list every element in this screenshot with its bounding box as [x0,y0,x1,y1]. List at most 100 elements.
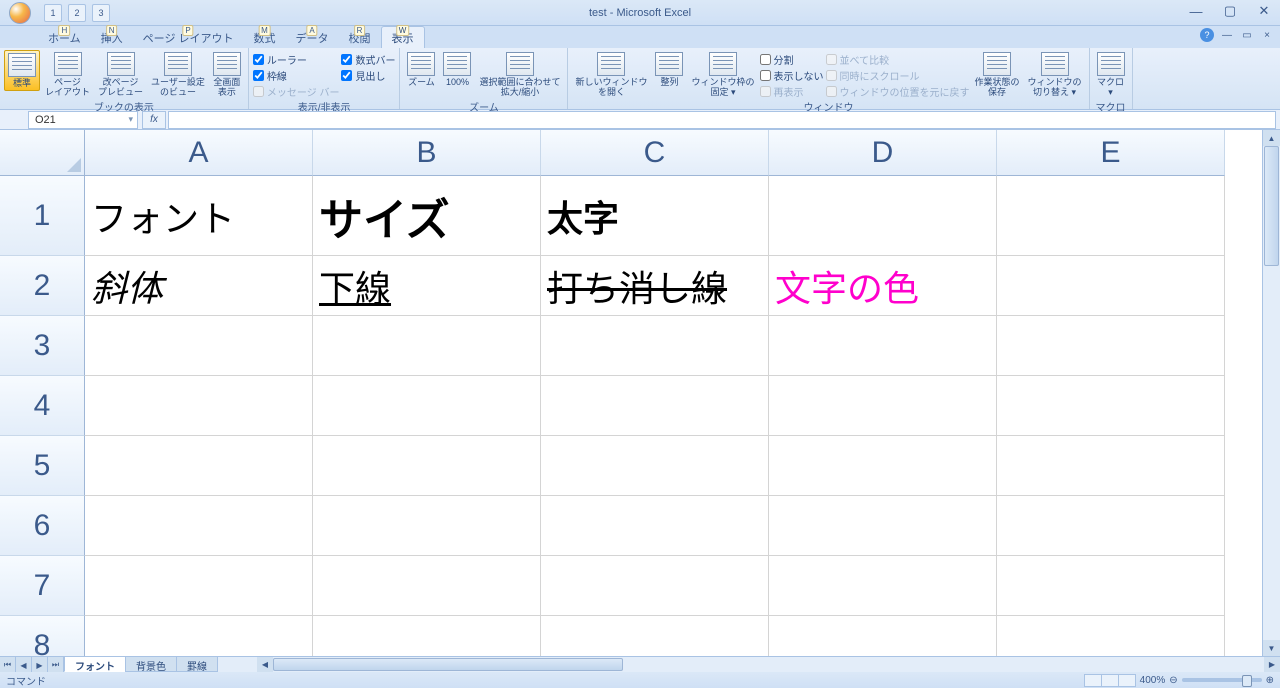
zoom-out-icon[interactable]: ⊖ [1169,675,1177,686]
scroll-up-icon[interactable]: ▲ [1263,130,1280,146]
grid[interactable]: ABCDE 1フォントサイズ太字2斜体下線打ち消し線文字の色345678 [0,130,1262,656]
ribbon-btn[interactable]: ユーザー設定のビュー [148,50,208,99]
maximize-button[interactable]: ▢ [1218,2,1242,20]
cell-C2[interactable]: 打ち消し線 [541,256,769,316]
cell-D3[interactable] [769,316,997,376]
cell-B7[interactable] [313,556,541,616]
help-icon[interactable]: ? [1200,28,1214,42]
mdi-minimize[interactable]: — [1220,28,1234,42]
mdi-close[interactable]: × [1260,28,1274,42]
row-header-8[interactable]: 8 [0,616,85,656]
vscroll-thumb[interactable] [1264,146,1279,266]
cell-B2[interactable]: 下線 [313,256,541,316]
cell-D8[interactable] [769,616,997,656]
tab-H[interactable]: ホームH [38,27,91,48]
cell-D1[interactable] [769,176,997,256]
scroll-right-icon[interactable]: ▶ [1264,657,1280,672]
cell-E5[interactable] [997,436,1225,496]
sheet-tab[interactable]: フォント [64,657,126,672]
col-header-E[interactable]: E [997,130,1225,176]
ribbon-btn[interactable]: 新しいウィンドウを開く [572,50,650,99]
zoom-in-icon[interactable]: ⊕ [1266,675,1274,686]
ribbon-btn[interactable]: 100% [440,50,474,89]
sheet-tab[interactable]: 背景色 [125,657,177,672]
scroll-down-icon[interactable]: ▼ [1263,640,1280,656]
tab-R[interactable]: 校閲R [339,27,381,48]
ribbon-btn[interactable]: 選択範囲に合わせて拡大/縮小 [476,50,563,99]
cell-E4[interactable] [997,376,1225,436]
ribbon-btn[interactable]: ページレイアウト [42,50,93,99]
qat-btn-2[interactable]: 2 [68,4,86,22]
col-header-A[interactable]: A [85,130,313,176]
view-page-break[interactable] [1118,674,1136,687]
cell-E1[interactable] [997,176,1225,256]
ribbon-btn[interactable]: ウィンドウの切り替え ▾ [1025,50,1085,99]
cell-A4[interactable] [85,376,313,436]
ribbon-btn[interactable]: ズーム [404,50,438,89]
row-header-4[interactable]: 4 [0,376,85,436]
cell-A2[interactable]: 斜体 [85,256,313,316]
sheet-nav-next[interactable]: ▶ [32,657,48,673]
cell-B1[interactable]: サイズ [313,176,541,256]
cell-A1[interactable]: フォント [85,176,313,256]
cell-C6[interactable] [541,496,769,556]
col-header-B[interactable]: B [313,130,541,176]
row-header-7[interactable]: 7 [0,556,85,616]
fx-button[interactable]: fx [142,111,166,129]
qat-btn-3[interactable]: 3 [92,4,110,22]
ribbon-checkbox[interactable]: 表示しない [760,68,824,83]
vertical-scrollbar[interactable]: ▲ ▼ [1262,130,1280,656]
tab-W[interactable]: 表示W [381,26,425,48]
select-all-corner[interactable] [0,130,85,176]
ribbon-checkbox[interactable]: 見出し [341,68,395,83]
row-header-5[interactable]: 5 [0,436,85,496]
ribbon-btn[interactable]: 全画面表示 [210,50,244,99]
cell-E3[interactable] [997,316,1225,376]
sheet-tab[interactable]: 罫線 [176,657,218,672]
cell-C5[interactable] [541,436,769,496]
cell-A8[interactable] [85,616,313,656]
tab-N[interactable]: 挿入N [91,27,133,48]
cell-D4[interactable] [769,376,997,436]
cell-D2[interactable]: 文字の色 [769,256,997,316]
office-button[interactable] [2,0,38,26]
view-normal[interactable] [1084,674,1102,687]
zoom-slider[interactable] [1182,678,1262,682]
cell-C8[interactable] [541,616,769,656]
ribbon-btn[interactable]: 作業状態の保存 [972,50,1023,99]
cell-A3[interactable] [85,316,313,376]
ribbon-btn[interactable]: ウィンドウ枠の固定 ▾ [688,50,757,99]
sheet-nav-last[interactable]: ⏭ [48,657,64,673]
cell-D7[interactable] [769,556,997,616]
view-page-layout[interactable] [1101,674,1119,687]
cell-B5[interactable] [313,436,541,496]
cell-B3[interactable] [313,316,541,376]
cell-E2[interactable] [997,256,1225,316]
ribbon-checkbox[interactable]: 数式バー [341,52,395,67]
tab-P[interactable]: ページ レイアウトP [133,27,244,48]
sheet-nav-first[interactable]: ⏮ [0,657,16,673]
cell-A6[interactable] [85,496,313,556]
ribbon-btn[interactable]: 改ページプレビュー [95,50,146,99]
cell-E8[interactable] [997,616,1225,656]
cell-B8[interactable] [313,616,541,656]
mdi-restore[interactable]: ▭ [1240,28,1254,42]
cell-B4[interactable] [313,376,541,436]
sheet-nav-prev[interactable]: ◀ [16,657,32,673]
ribbon-btn[interactable]: 標準 [4,50,40,91]
cell-A7[interactable] [85,556,313,616]
cell-E7[interactable] [997,556,1225,616]
ribbon-btn[interactable]: 整列 [652,50,686,89]
qat-btn-1[interactable]: 1 [44,4,62,22]
cell-C3[interactable] [541,316,769,376]
row-header-1[interactable]: 1 [0,176,85,256]
tab-A[interactable]: データA [286,27,339,48]
cell-A5[interactable] [85,436,313,496]
horizontal-scrollbar[interactable]: ◀ ▶ [257,657,1280,672]
formula-input[interactable] [168,111,1276,129]
cell-B6[interactable] [313,496,541,556]
close-button[interactable]: ✕ [1252,2,1276,20]
row-header-2[interactable]: 2 [0,256,85,316]
cell-D6[interactable] [769,496,997,556]
ribbon-checkbox[interactable]: 分割 [760,52,824,67]
